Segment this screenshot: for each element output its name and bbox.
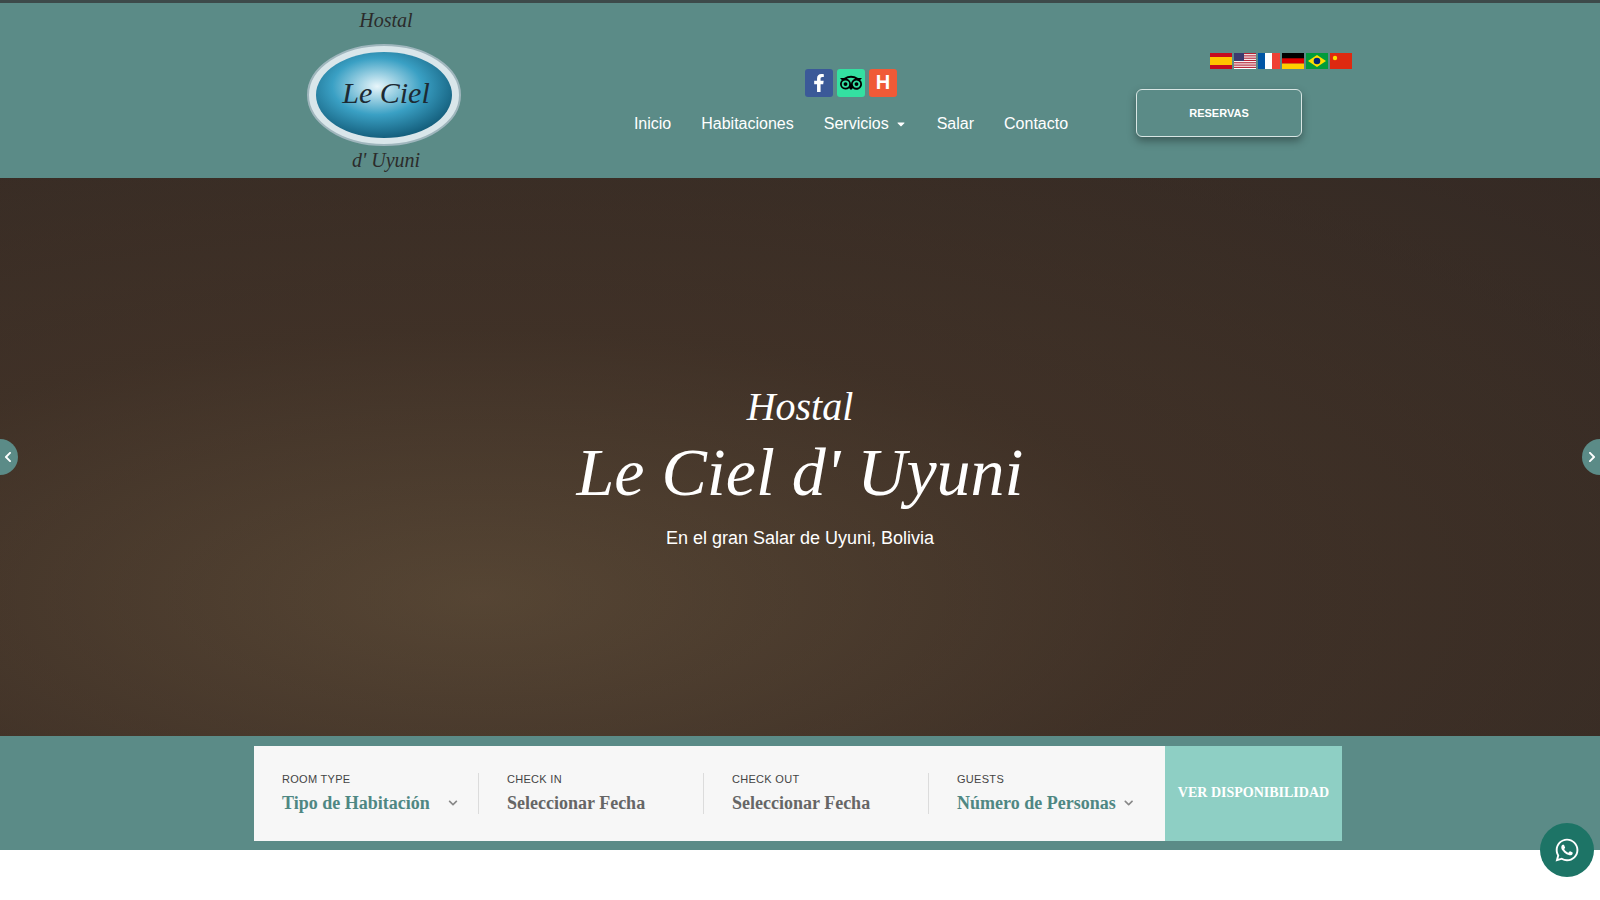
header-right: RESERVAS [1136,45,1352,137]
hero-kicker: Hostal [747,385,854,429]
booking-field[interactable]: CHECK OUT Seleccionar Fecha [703,773,928,814]
booking-field[interactable]: GUESTS Número de Personas [928,773,1153,814]
whatsapp-button[interactable] [1540,823,1594,877]
booking-form: ROOM TYPE Tipo de Habitación CHECK IN Selec… [254,746,1165,841]
availability-button[interactable]: VER DISPONIBILIDAD [1165,746,1342,841]
field-value[interactable]: Seleccionar Fecha [507,793,683,814]
hero: HostalLe Ciel d' Uyuni En el gran Salar d… [0,178,1600,736]
logo[interactable]: Hostal Le Ciel d' Uyuni [306,5,466,177]
svg-text:d' Uyuni: d' Uyuni [352,149,420,172]
field-label: CHECK IN [507,773,683,785]
facebook-icon[interactable] [805,69,833,97]
chevron-right-icon[interactable] [1586,451,1598,463]
field-label: ROOM TYPE [282,773,458,785]
caret-down-icon[interactable] [895,118,907,130]
hero-subtitle: En el gran Salar de Uyuni, Bolivia [666,528,934,549]
chevron-left-icon[interactable] [2,451,14,463]
hero-title: Le Ciel d' Uyuni [576,433,1023,511]
booking-band: ROOM TYPE Tipo de Habitación CHECK IN Selec… [0,736,1600,850]
nav-item[interactable]: Habitaciones [701,115,794,133]
nav-item[interactable]: Contacto [1004,115,1068,133]
nav-item[interactable]: Inicio [634,115,671,133]
next-arrow[interactable] [1582,439,1600,475]
tripadvisor-icon[interactable] [837,69,865,97]
svg-text:Hostal: Hostal [358,9,413,31]
field-value[interactable]: Número de Personas [957,793,1133,814]
header: Hostal Le Ciel d' Uyuni H Inicio Habitaciones… [0,0,1600,178]
prev-arrow[interactable] [0,439,18,475]
fr-flag-icon[interactable] [1258,53,1280,69]
booking-field[interactable]: CHECK IN Seleccionar Fecha [478,773,703,814]
field-label: GUESTS [957,773,1133,785]
br-flag-icon[interactable] [1306,53,1328,69]
nav-item[interactable]: Salar [937,115,974,133]
page: Hostal Le Ciel d' Uyuni H Inicio Habitaciones… [0,0,1600,900]
field-label: CHECK OUT [732,773,908,785]
field-value[interactable]: Tipo de Habitación [282,793,458,814]
svg-text:Le Ciel: Le Ciel [341,76,430,109]
social-row: H [805,69,897,97]
cn-flag-icon[interactable] [1330,53,1352,69]
whatsapp-icon[interactable] [1554,837,1580,863]
nav-item[interactable]: Servicios [824,115,907,133]
es-flag-icon[interactable] [1210,53,1232,69]
chevron-down-icon[interactable] [448,798,458,808]
hostelworld-icon[interactable]: H [869,69,897,97]
chevron-down-icon[interactable] [1124,798,1133,808]
de-flag-icon[interactable] [1282,53,1304,69]
booking-field[interactable]: ROOM TYPE Tipo de Habitación [282,773,478,814]
nav: Inicio Habitaciones Servicios Salar Contacto [634,115,1068,133]
reserve-button[interactable]: RESERVAS [1136,89,1302,137]
header-center: H Inicio Habitaciones Servicios Salar Contact… [634,49,1068,133]
us-flag-icon[interactable] [1234,53,1256,69]
language-flags [1210,53,1352,69]
logo-box: Hostal Le Ciel d' Uyuni [306,5,466,177]
field-value[interactable]: Seleccionar Fecha [732,793,908,814]
